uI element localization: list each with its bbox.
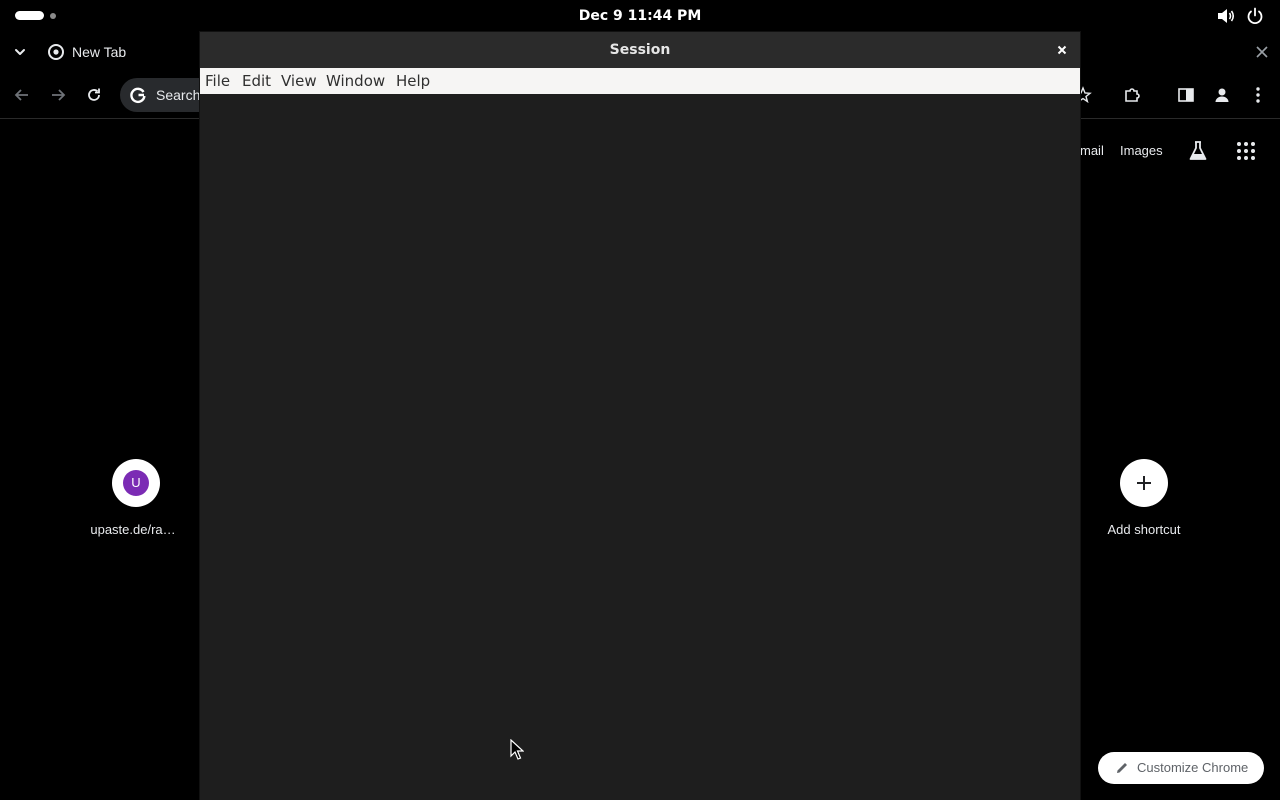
chrome-logo-icon	[48, 44, 64, 60]
plus-icon	[1137, 476, 1151, 490]
pencil-icon	[1117, 763, 1127, 773]
gmail-link[interactable]: mail	[1080, 141, 1104, 161]
menu-window[interactable]: Window	[326, 68, 385, 94]
reload-icon[interactable]	[84, 85, 104, 105]
back-arrow-icon[interactable]	[12, 85, 32, 105]
address-bar-placeholder[interactable]: Search	[156, 85, 200, 105]
images-link[interactable]: Images	[1120, 141, 1163, 161]
close-icon[interactable]	[1252, 42, 1272, 62]
side-panel-icon[interactable]	[1176, 85, 1196, 105]
kebab-menu-icon[interactable]	[1248, 85, 1268, 105]
google-apps-grid-icon[interactable]	[1234, 139, 1258, 163]
close-icon[interactable]	[1052, 40, 1072, 60]
shortcut-favicon-letter: U	[123, 470, 149, 496]
chevron-down-icon[interactable]	[10, 42, 30, 62]
profile-avatar-icon[interactable]	[1212, 85, 1232, 105]
menu-edit[interactable]: Edit	[242, 68, 271, 94]
shortcut-label[interactable]: upaste.de/ra…	[72, 521, 194, 539]
add-shortcut-label[interactable]: Add shortcut	[1084, 521, 1204, 539]
menu-help[interactable]: Help	[396, 68, 430, 94]
mouse-pointer-icon	[510, 739, 524, 760]
volume-icon[interactable]	[1216, 7, 1236, 25]
forward-arrow-icon[interactable]	[48, 85, 68, 105]
customize-chrome-label[interactable]: Customize Chrome	[1137, 758, 1248, 778]
google-g-icon	[130, 87, 146, 104]
extensions-puzzle-icon[interactable]	[1122, 85, 1142, 105]
menu-file[interactable]: File	[205, 68, 230, 94]
clock[interactable]: Dec 9 11:44 PM	[0, 0, 1280, 32]
power-icon[interactable]	[1245, 7, 1265, 25]
tab-title[interactable]: New Tab	[72, 42, 126, 62]
menu-view[interactable]: View	[281, 68, 317, 94]
labs-flask-icon[interactable]	[1186, 139, 1210, 163]
session-content-area[interactable]	[200, 94, 1080, 800]
session-window-title: Session	[609, 42, 671, 58]
